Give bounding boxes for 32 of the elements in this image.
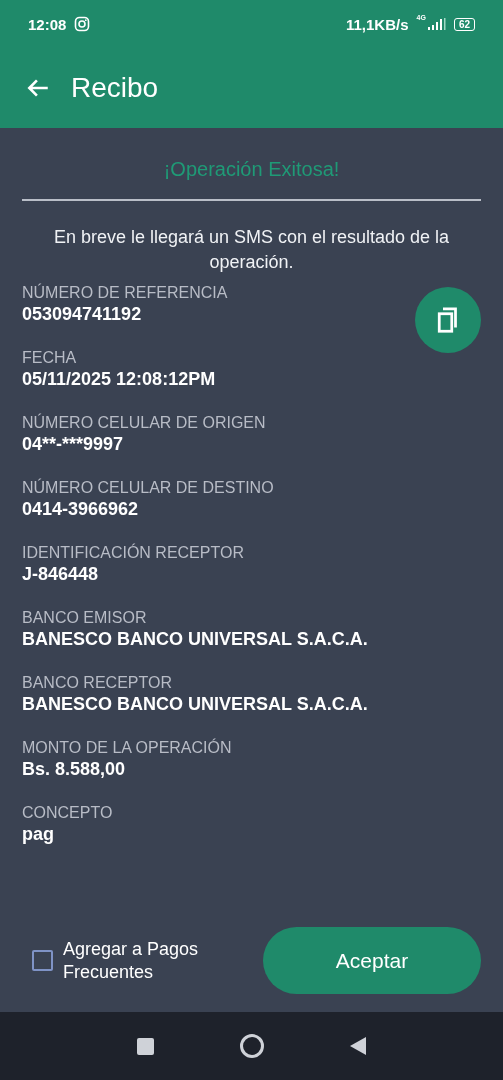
field-label: IDENTIFICACIÓN RECEPTOR bbox=[22, 543, 244, 563]
field-value: 053094741192 bbox=[22, 303, 142, 325]
info-message: En breve le llegará un SMS con el resultado de la operación. bbox=[52, 226, 451, 274]
success-heading: ¡Operación Exitosa! bbox=[162, 158, 341, 181]
field-value: J-846448 bbox=[22, 563, 99, 585]
field-label: NÚMERO CELULAR DE ORIGEN bbox=[22, 413, 266, 433]
field-label: FECHA bbox=[22, 348, 77, 368]
camera-icon bbox=[74, 16, 91, 32]
clock-time: 12:08 bbox=[28, 15, 67, 33]
home-icon[interactable] bbox=[240, 1034, 264, 1058]
field-value: 0414-3966962 bbox=[22, 498, 139, 520]
field-label: CONCEPTO bbox=[22, 803, 113, 823]
field-label: MONTO DE LA OPERACIÓN bbox=[22, 738, 232, 758]
field-value: BANESCO BANCO UNIVERSAL S.A.C.A. bbox=[22, 628, 368, 650]
field-label: NÚMERO CELULAR DE DESTINO bbox=[22, 478, 274, 498]
field-label: BANCO RECEPTOR bbox=[22, 673, 172, 693]
field-value: 05/11/2025 12:08:12PM bbox=[22, 368, 216, 390]
recents-icon[interactable] bbox=[137, 1037, 154, 1055]
battery-level: 62 bbox=[453, 17, 475, 31]
field-value: Bs. 8.588,00 bbox=[22, 758, 126, 780]
signal-icon bbox=[427, 18, 446, 30]
back-triangle-icon[interactable] bbox=[350, 1037, 366, 1055]
field-value: 04**-***9997 bbox=[22, 433, 124, 455]
field-value: pag bbox=[22, 823, 54, 845]
field-label: BANCO EMISOR bbox=[22, 608, 147, 628]
accept-button[interactable]: Aceptar bbox=[263, 927, 481, 994]
network-speed: 11,1KB/s bbox=[346, 15, 409, 33]
checkbox[interactable] bbox=[32, 950, 53, 971]
checkbox-label: Agregar a Pagos Frecuentes bbox=[63, 937, 200, 984]
field-label: NÚMERO DE REFERENCIA bbox=[22, 283, 228, 303]
screen-title: Recibo bbox=[71, 72, 159, 104]
field-value: BANESCO BANCO UNIVERSAL S.A.C.A. bbox=[22, 693, 368, 715]
